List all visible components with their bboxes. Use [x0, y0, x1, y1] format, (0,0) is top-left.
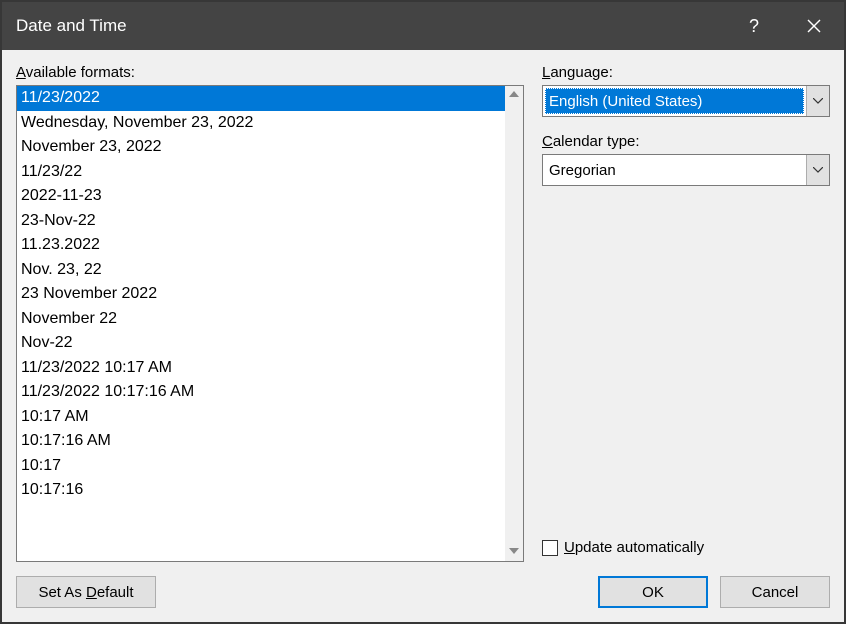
format-option[interactable]: 10:17 AM — [17, 405, 505, 430]
calendar-type-selected-value: Gregorian — [543, 155, 806, 185]
format-option[interactable]: Nov-22 — [17, 331, 505, 356]
checkbox-box-icon — [542, 540, 558, 556]
left-column: Available formats: 11/23/2022Wednesday, … — [16, 64, 524, 562]
format-option[interactable]: 23 November 2022 — [17, 282, 505, 307]
format-option[interactable]: 11/23/2022 10:17 AM — [17, 356, 505, 381]
format-option[interactable]: 10:17:16 — [17, 478, 505, 503]
format-option[interactable]: 2022-11-23 — [17, 184, 505, 209]
language-dropdown[interactable]: English (United States) — [542, 85, 830, 117]
calendar-type-dropdown[interactable]: Gregorian — [542, 154, 830, 186]
help-button[interactable]: ? — [724, 2, 784, 50]
date-time-dialog: Date and Time ? Available formats: 11/23… — [0, 0, 846, 624]
format-option[interactable]: November 22 — [17, 307, 505, 332]
format-option[interactable]: November 23, 2022 — [17, 135, 505, 160]
title-bar: Date and Time ? — [2, 2, 844, 50]
set-as-default-button[interactable]: Set As Default — [16, 576, 156, 608]
format-option[interactable]: 23-Nov-22 — [17, 209, 505, 234]
list-scrollbar[interactable] — [505, 86, 523, 561]
available-formats-listbox[interactable]: 11/23/2022Wednesday, November 23, 2022No… — [16, 85, 524, 562]
calendar-type-label: Calendar type: — [542, 133, 830, 150]
window-title: Date and Time — [16, 16, 724, 36]
chevron-down-icon — [813, 98, 823, 104]
scroll-down-icon[interactable] — [509, 547, 519, 557]
format-option[interactable]: Wednesday, November 23, 2022 — [17, 111, 505, 136]
available-formats-label: Available formats: — [16, 64, 524, 81]
update-automatically-checkbox[interactable]: Update automatically — [542, 539, 830, 556]
right-column: Language: English (United States) Calend… — [542, 64, 830, 562]
format-option[interactable]: 11/23/22 — [17, 160, 505, 185]
chevron-down-icon — [813, 167, 823, 173]
cancel-button[interactable]: Cancel — [720, 576, 830, 608]
ok-button[interactable]: OK — [598, 576, 708, 608]
format-option[interactable]: 10:17:16 AM — [17, 429, 505, 454]
format-option[interactable]: 11/23/2022 10:17:16 AM — [17, 380, 505, 405]
format-option[interactable]: 11/23/2022 — [17, 86, 505, 111]
calendar-type-dropdown-button[interactable] — [806, 155, 829, 185]
main-row: Available formats: 11/23/2022Wednesday, … — [16, 64, 830, 562]
language-selected-value: English (United States) — [545, 88, 804, 114]
close-icon — [807, 19, 821, 33]
format-list-items: 11/23/2022Wednesday, November 23, 2022No… — [17, 86, 505, 561]
dialog-body: Available formats: 11/23/2022Wednesday, … — [2, 50, 844, 622]
right-buttons: OK Cancel — [598, 576, 830, 608]
help-icon: ? — [749, 16, 759, 37]
format-option[interactable]: 11.23.2022 — [17, 233, 505, 258]
language-label: Language: — [542, 64, 830, 81]
button-row: Set As Default OK Cancel — [16, 576, 830, 608]
format-option[interactable]: 10:17 — [17, 454, 505, 479]
update-automatically-label: Update automatically — [564, 539, 704, 556]
close-button[interactable] — [784, 2, 844, 50]
scroll-up-icon[interactable] — [509, 90, 519, 100]
format-option[interactable]: Nov. 23, 22 — [17, 258, 505, 283]
language-dropdown-button[interactable] — [806, 86, 829, 116]
